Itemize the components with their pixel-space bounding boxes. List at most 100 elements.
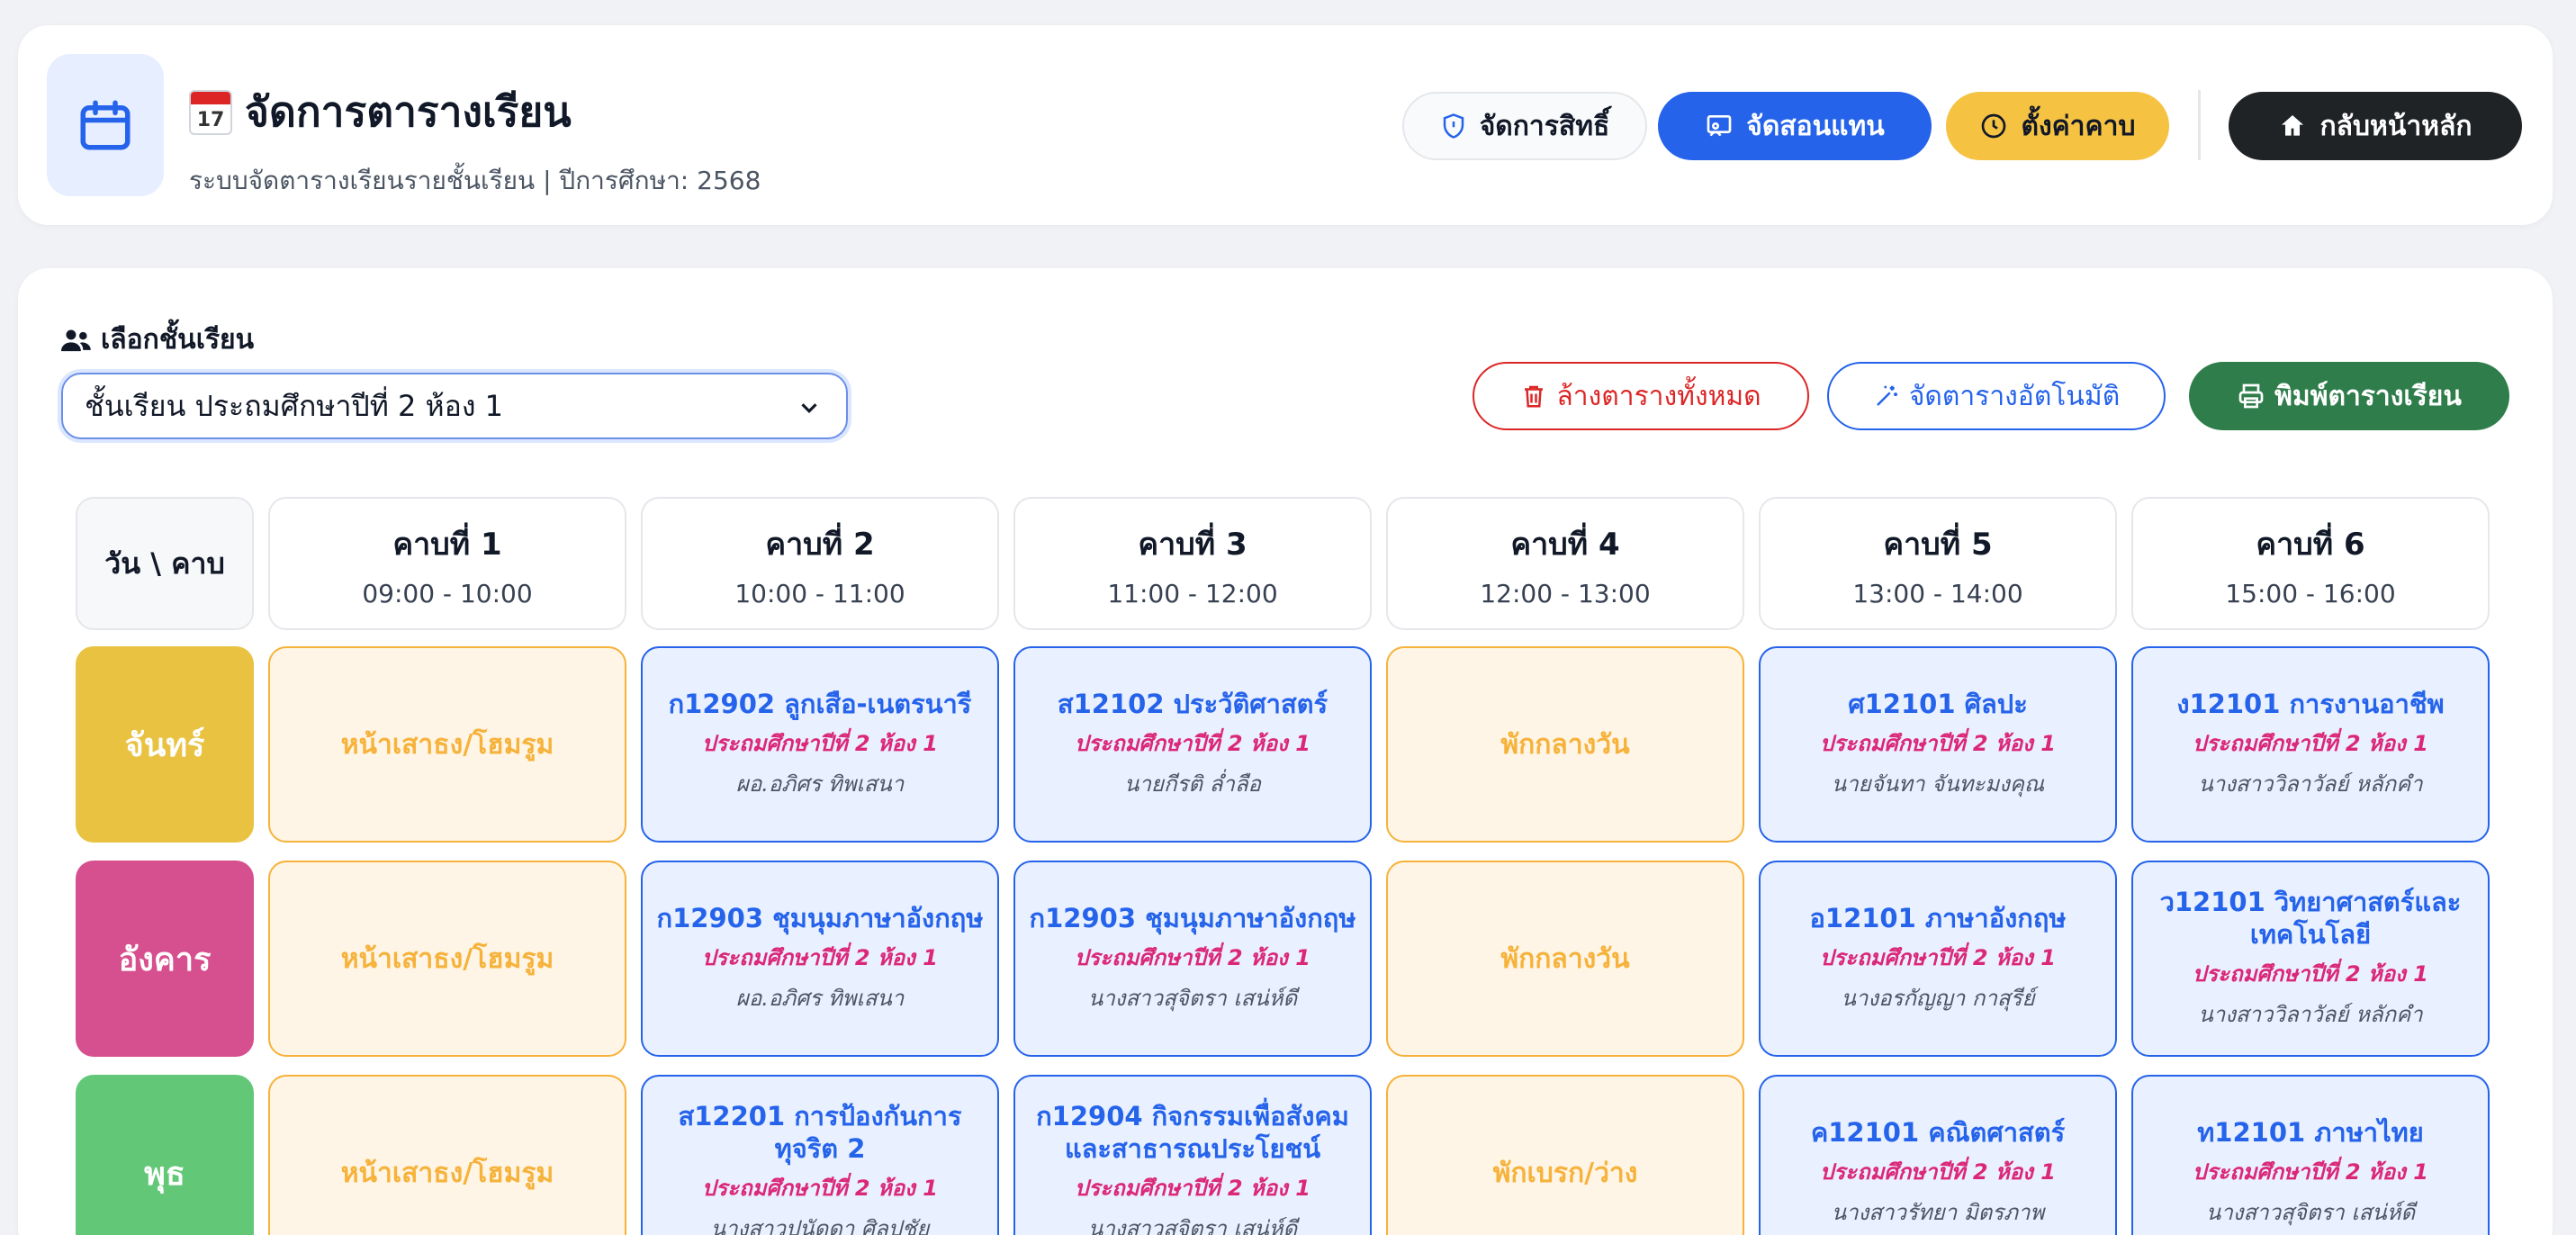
subject-name: ศ12101 ศิลปะ (1848, 689, 2028, 719)
substitute-teaching-label: จัดสอนแทน (1746, 110, 1885, 142)
subject-name: ก12902 ลูกเสือ-เนตรนารี (668, 689, 972, 719)
subject-name: ก12903 ชุมนุมภาษาอังกฤษ (656, 903, 984, 933)
subject-name: ท12101 ภาษาไทย (2197, 1117, 2424, 1148)
subject-slot[interactable]: ส12102 ประวัติศาสตร์ ประถมศึกษาปีที่ 2 ห้… (1013, 646, 1372, 843)
period-time: 15:00 - 16:00 (2225, 578, 2396, 608)
day-label: อังคาร (76, 861, 254, 1057)
subject-name: ก12903 ชุมนุมภาษาอังกฤษ (1029, 903, 1356, 933)
chevron-down-icon (801, 403, 817, 413)
manage-permissions-button[interactable]: จัดการสิทธิ์ (1402, 92, 1647, 160)
teacher-name: นางสาวสุจิตรา เสน่ห์ดี (1087, 1216, 1298, 1235)
auto-schedule-label: จัดตารางอัตโนมัติ (1908, 380, 2121, 412)
substitute-teaching-button[interactable]: จัดสอนแทน (1658, 92, 1932, 160)
day-label: พุธ (76, 1075, 254, 1235)
print-timetable-label: พิมพ์ตารางเรียน (2274, 380, 2462, 412)
period-settings-label: ตั้งค่าคาบ (2021, 110, 2136, 142)
period-header: คาบที่ 3 11:00 - 12:00 (1013, 497, 1372, 630)
class-name: ประถมศึกษาปีที่ 2 ห้อง 1 (2193, 731, 2428, 756)
trash-icon (1525, 385, 1544, 408)
manage-permissions-label: จัดการสิทธิ์ (1479, 110, 1610, 142)
class-name: ประถมศึกษาปีที่ 2 ห้อง 1 (2193, 961, 2428, 987)
class-select-label-text: เลือกชั้นเรียน (101, 324, 255, 356)
teacher-name: นางอรกัญญา กาสุรีย์ (1841, 986, 2035, 1011)
page-header: 17 จัดการตารางเรียน ระบบจัดตารางเรียนราย… (18, 25, 2553, 225)
subject-name: ค12101 คณิตศาสตร์ (1810, 1117, 2066, 1148)
period-time: 11:00 - 12:00 (1107, 578, 1278, 608)
class-name: ประถมศึกษาปีที่ 2 ห้อง 1 (702, 1176, 938, 1201)
class-name: ประถมศึกษาปีที่ 2 ห้อง 1 (2193, 1159, 2428, 1185)
subject-slot[interactable]: อ12101 ภาษาอังกฤษ ประถมศึกษาปีที่ 2 ห้อง … (1759, 861, 2117, 1057)
subject-slot[interactable]: ว12101 วิทยาศาสตร์และเทคโนโลยีประถมศึกษา… (2131, 861, 2490, 1057)
subject-slot[interactable]: ก12902 ลูกเสือ-เนตรนารีประถมศึกษาปีที่ 2… (641, 646, 999, 843)
subject-slot[interactable]: ง12101 การงานอาชีพประถมศึกษาปีที่ 2 ห้อง… (2131, 646, 2490, 843)
period-settings-button[interactable]: ตั้งค่าคาบ (1946, 92, 2169, 160)
clear-timetable-button[interactable]: ล้างตารางทั้งหมด (1473, 362, 1809, 430)
break-slot[interactable]: หน้าเสาธง/โฮมรูม (268, 646, 626, 843)
class-name: ประถมศึกษาปีที่ 2 ห้อง 1 (702, 945, 938, 970)
period-name: คาบที่ 2 (765, 526, 875, 563)
period-header: คาบที่ 1 09:00 - 10:00 (268, 497, 626, 630)
period-time: 12:00 - 13:00 (1480, 578, 1651, 608)
teacher-name: ผอ.อภิศร ทิพเสนา (735, 986, 905, 1011)
page-title-text: จัดการตารางเรียน (245, 87, 572, 136)
period-header: คาบที่ 2 10:00 - 11:00 (641, 497, 999, 630)
header-divider (2198, 90, 2201, 160)
teacher-name: นางสาววิลาวัลย์ หลักคำ (2198, 1002, 2423, 1027)
subject-slot[interactable]: ท12101 ภาษาไทยประถมศึกษาปีที่ 2 ห้อง 1 นา… (2131, 1075, 2490, 1235)
break-slot[interactable]: พักกลางวัน (1386, 646, 1744, 843)
period-header: คาบที่ 5 13:00 - 14:00 (1759, 497, 2117, 630)
teacher-name: นายกีรติ ล่ำลือ (1124, 771, 1261, 797)
timetable-card: เลือกชั้นเรียน ชั้นเรียน ประถมศึกษาปีที่… (18, 268, 2553, 1235)
auto-schedule-button[interactable]: จัดตารางอัตโนมัติ (1827, 362, 2166, 430)
teacher-name: นายจันทา จันทะมงคุณ (1831, 771, 2045, 797)
class-name: ประถมศึกษาปีที่ 2 ห้อง 1 (1820, 1159, 2056, 1185)
clock-icon (1982, 113, 2006, 139)
subject-name: ก12904 กิจกรรมเพื่อสังคมและสาธารณประโยชน… (1036, 1101, 1349, 1164)
home-icon (2282, 115, 2304, 136)
users-icon (61, 329, 91, 351)
clear-timetable-label: ล้างตารางทั้งหมด (1556, 380, 1761, 412)
period-name: คาบที่ 6 (2256, 526, 2365, 563)
subject-name: ส12102 ประวัติศาสตร์ (1057, 689, 1329, 719)
page-subtitle: ระบบจัดตารางเรียนรายชั้นเรียน | ปีการศึก… (189, 166, 761, 195)
class-name: ประถมศึกษาปีที่ 2 ห้อง 1 (1820, 945, 2056, 970)
period-header: คาบที่ 6 15:00 - 16:00 (2131, 497, 2490, 630)
calendar-emoji-icon: 17 (189, 89, 232, 135)
class-name: ประถมศึกษาปีที่ 2 ห้อง 1 (702, 731, 938, 756)
teacher-board-icon (1707, 115, 1732, 137)
class-select[interactable]: ชั้นเรียน ประถมศึกษาปีที่ 2 ห้อง 1 (61, 373, 848, 439)
calendar-icon (80, 100, 131, 150)
teacher-name: ผอ.อภิศร ทิพเสนา (735, 771, 905, 797)
teacher-name: นางสาวสุจิตรา เสน่ห์ดี (1087, 986, 1298, 1011)
day-label: จันทร์ (76, 646, 254, 843)
subject-slot[interactable]: ศ12101 ศิลปะประถมศึกษาปีที่ 2 ห้อง 1 นายจ… (1759, 646, 2117, 843)
period-name: คาบที่ 3 (1138, 526, 1247, 563)
shield-icon (1443, 113, 1464, 139)
subject-slot[interactable]: ก12904 กิจกรรมเพื่อสังคมและสาธารณประโยชน… (1013, 1075, 1372, 1235)
subject-name: ง12101 การงานอาชีพ (2176, 689, 2445, 719)
break-slot[interactable]: หน้าเสาธง/โฮมรูม (268, 861, 626, 1057)
teacher-name: นางสาววิลาวัลย์ หลักคำ (2198, 771, 2423, 797)
magic-wand-icon (1876, 385, 1897, 406)
subject-slot[interactable]: ก12903 ชุมนุมภาษาอังกฤษ ประถมศึกษาปีที่ 2… (1013, 861, 1372, 1057)
subject-slot[interactable]: ส12201 การป้องกันการทุจริต 2 ประถมศึกษาปี… (641, 1075, 999, 1235)
teacher-name: นางสาวสุจิตรา เสน่ห์ดี (2205, 1200, 2416, 1225)
back-home-label: กลับหน้าหลัก (2319, 110, 2472, 142)
period-time: 09:00 - 10:00 (362, 578, 533, 608)
subject-name: ว12101 วิทยาศาสตร์และเทคโนโลยี (2159, 887, 2462, 950)
break-slot[interactable]: หน้าเสาธง/โฮมรูม (268, 1075, 626, 1235)
period-name: คาบที่ 4 (1510, 526, 1620, 563)
period-time: 13:00 - 14:00 (1852, 578, 2023, 608)
break-slot[interactable]: พักกลางวัน (1386, 861, 1744, 1057)
back-home-button[interactable]: กลับหน้าหลัก (2229, 92, 2522, 160)
break-slot[interactable]: พักเบรก/ว่าง (1386, 1075, 1744, 1235)
class-select-value: ชั้นเรียน ประถมศึกษาปีที่ 2 ห้อง 1 (85, 388, 503, 423)
period-header: คาบที่ 4 12:00 - 13:00 (1386, 497, 1744, 630)
subject-name: ส12201 การป้องกันการทุจริต 2 (678, 1101, 962, 1164)
class-name: ประถมศึกษาปีที่ 2 ห้อง 1 (1820, 731, 2056, 756)
print-timetable-button[interactable]: พิมพ์ตารางเรียน (2189, 362, 2509, 430)
period-time: 10:00 - 11:00 (734, 578, 905, 608)
period-name: คาบที่ 5 (1883, 526, 1993, 563)
subject-slot[interactable]: ค12101 คณิตศาสตร์ประถมศึกษาปีที่ 2 ห้อง … (1759, 1075, 2117, 1235)
subject-slot[interactable]: ก12903 ชุมนุมภาษาอังกฤษประถมศึกษาปีที่ 2… (641, 861, 999, 1057)
